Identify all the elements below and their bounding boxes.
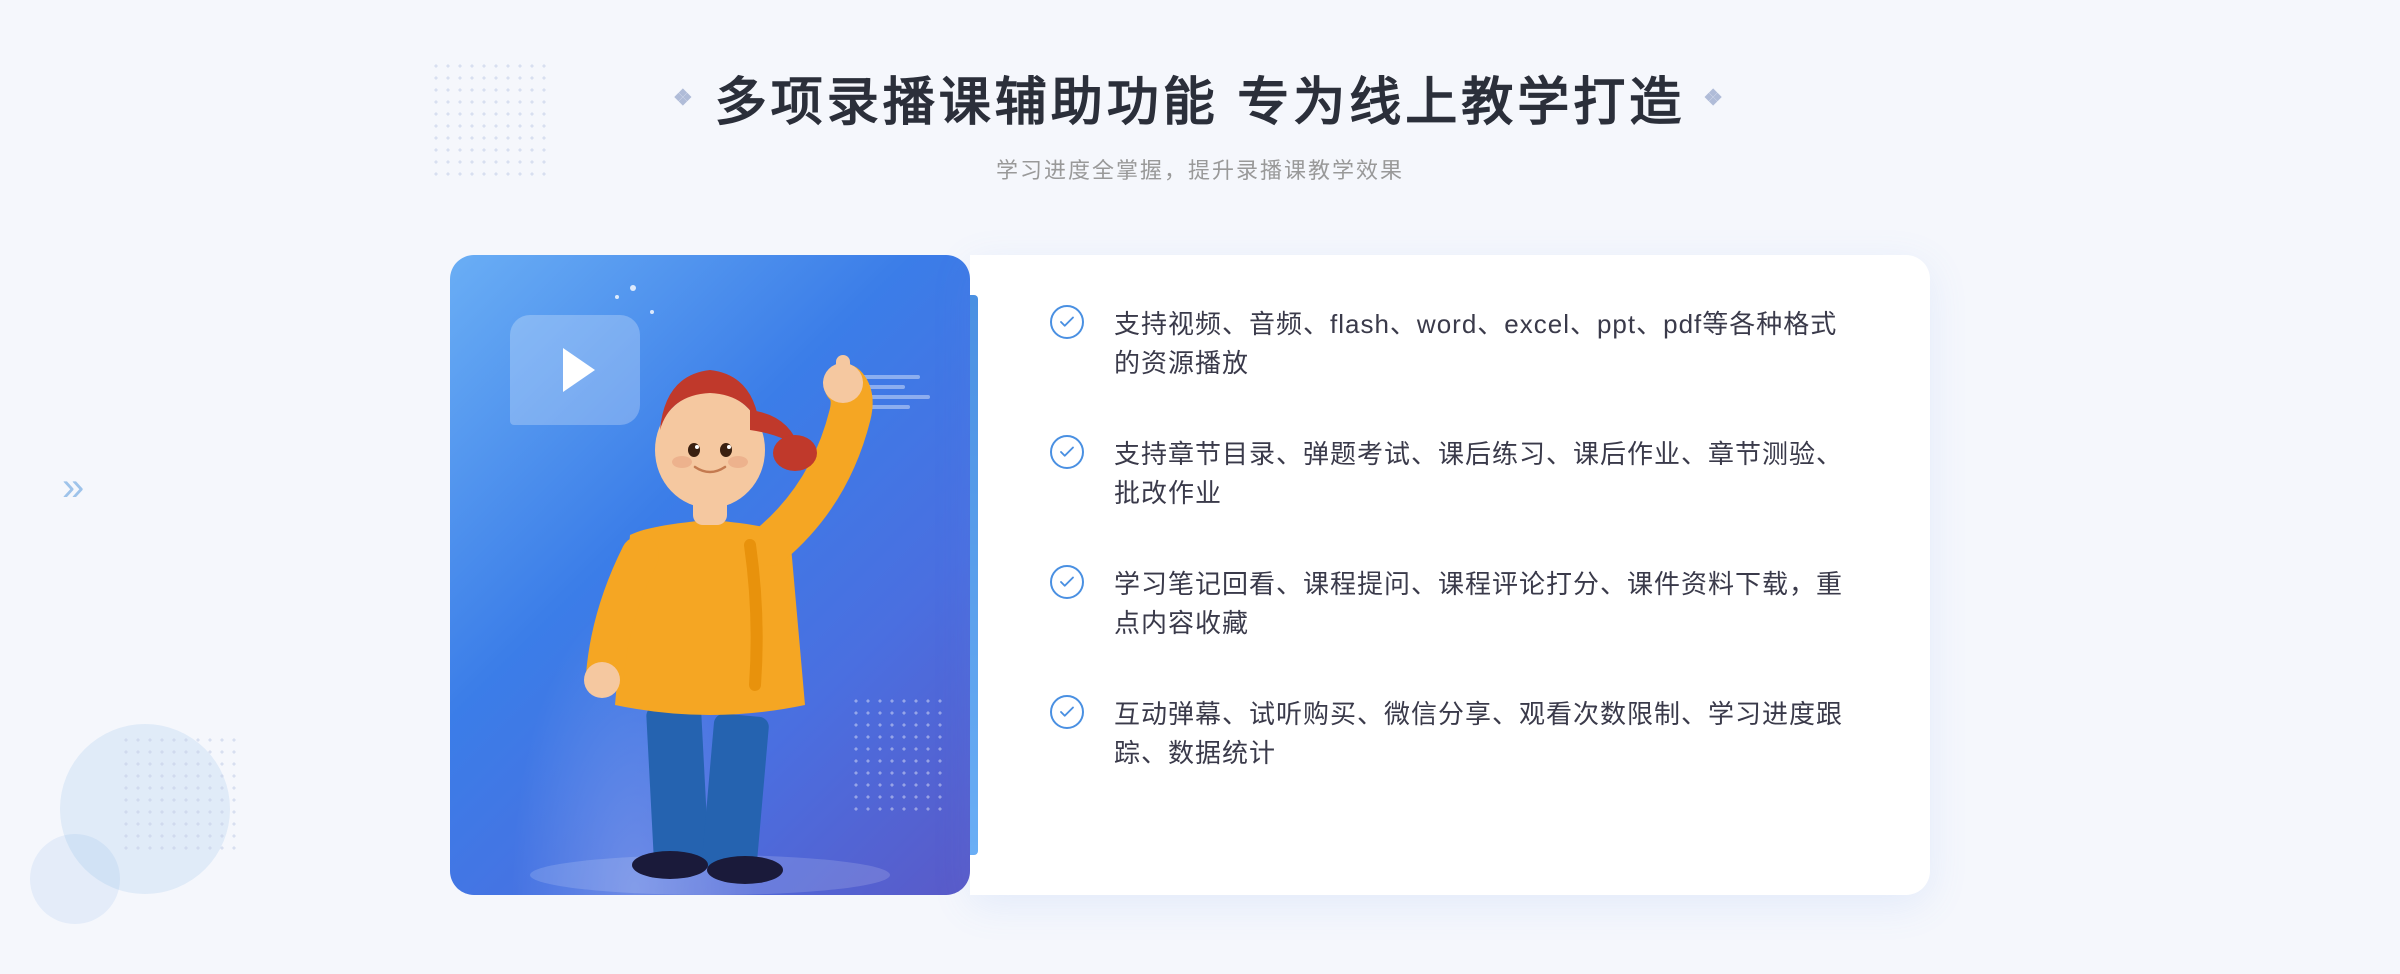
page-wrapper: » ❖ 多项录播课辅助功能 专为线上教学打造 ❖ 学习进度全掌握，提升录播课教学…: [0, 0, 2400, 974]
feature-text-4: 互动弹幕、试听购买、微信分享、观看次数限制、学习进度跟踪、数据统计: [1114, 695, 1850, 773]
feature-item-3: 学习笔记回看、课程提问、课程评论打分、课件资料下载，重点内容收藏: [1050, 565, 1850, 643]
header-dots-left: ❖: [673, 85, 697, 111]
check-icon-4: [1050, 695, 1084, 729]
content-area: 支持视频、音频、flash、word、excel、ppt、pdf等各种格式的资源…: [450, 235, 1950, 915]
feature-text-1: 支持视频、音频、flash、word、excel、ppt、pdf等各种格式的资源…: [1114, 305, 1850, 383]
feature-item-1: 支持视频、音频、flash、word、excel、ppt、pdf等各种格式的资源…: [1050, 305, 1850, 383]
accent-bar: [970, 295, 978, 855]
main-title: ❖ 多项录播课辅助功能 专为线上教学打造 ❖: [655, 60, 1745, 135]
chevron-left-deco: »: [62, 467, 84, 507]
check-icon-3: [1050, 565, 1084, 599]
dot-pattern-bottom-left: [120, 734, 240, 854]
feature-text-2: 支持章节目录、弹题考试、课后练习、课后作业、章节测验、批改作业: [1114, 435, 1850, 513]
check-icon-2: [1050, 435, 1084, 469]
feature-text-3: 学习笔记回看、课程提问、课程评论打分、课件资料下载，重点内容收藏: [1114, 565, 1850, 643]
header-section: ❖ 多项录播课辅助功能 专为线上教学打造 ❖ 学习进度全掌握，提升录播课教学效果: [655, 60, 1745, 185]
dot-pattern-top-left: [430, 60, 550, 180]
subtitle-text: 学习进度全掌握，提升录播课教学效果: [655, 153, 1745, 185]
title-text: 多项录播课辅助功能 专为线上教学打造: [715, 60, 1685, 135]
check-icon-1: [1050, 305, 1084, 339]
image-card: [450, 255, 970, 895]
deco-circle-small: [30, 834, 120, 924]
header-dots-right: ❖: [1703, 85, 1727, 111]
person-illustration: [450, 255, 970, 895]
feature-item-4: 互动弹幕、试听购买、微信分享、观看次数限制、学习进度跟踪、数据统计: [1050, 695, 1850, 773]
feature-item-2: 支持章节目录、弹题考试、课后练习、课后作业、章节测验、批改作业: [1050, 435, 1850, 513]
right-content-panel: 支持视频、音频、flash、word、excel、ppt、pdf等各种格式的资源…: [970, 255, 1930, 895]
left-image-section: [450, 235, 990, 915]
